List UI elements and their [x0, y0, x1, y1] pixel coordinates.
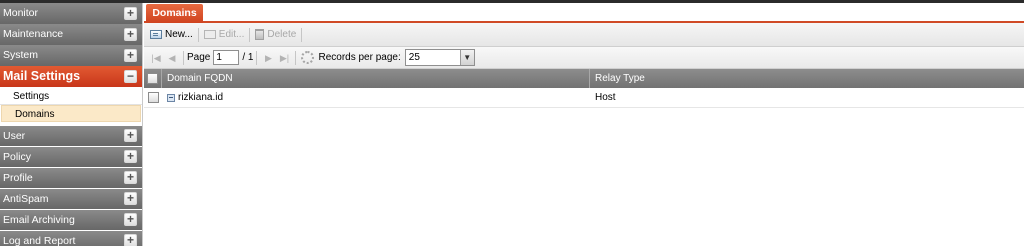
delete-button-label: Delete: [267, 29, 297, 40]
expand-icon[interactable]: +: [124, 129, 137, 142]
page-number-input[interactable]: [213, 50, 240, 65]
sidebar-item-profile[interactable]: Profile +: [0, 167, 142, 188]
toolbar: New... Edit... Delete: [144, 23, 1024, 47]
sidebar-item-label: Monitor: [3, 7, 39, 19]
page-label: Page: [187, 52, 211, 63]
relay-type-cell: Host: [595, 92, 616, 103]
sidebar-subitem-label: Settings: [13, 90, 50, 102]
edit-icon: [203, 30, 216, 39]
page-total: / 1: [242, 52, 254, 63]
sidebar-item-mail-settings[interactable]: Mail Settings −: [0, 66, 142, 87]
expand-icon[interactable]: +: [124, 234, 137, 246]
toolbar-separator: [249, 27, 251, 42]
pagination-bar: |◀ ◀ Page / 1 ▶ ▶| Records per page: 25 …: [144, 47, 1024, 69]
domain-fqdn-cell: rizkiana.id: [162, 88, 590, 107]
delete-button[interactable]: Delete: [252, 26, 299, 44]
row-check-cell: [144, 88, 162, 107]
first-page-icon[interactable]: |◀: [149, 51, 163, 65]
new-icon: [150, 30, 162, 39]
records-per-page-select[interactable]: 25 ▼: [404, 49, 475, 66]
new-button[interactable]: New...: [147, 26, 196, 44]
records-per-page-value: 25: [408, 52, 420, 63]
sidebar-item-maintenance[interactable]: Maintenance +: [0, 24, 142, 45]
sidebar-item-system[interactable]: System +: [0, 45, 142, 66]
sidebar-item-label: Log and Report: [3, 234, 76, 246]
next-page-icon[interactable]: ▶: [261, 51, 275, 65]
sidebar-item-label: User: [3, 129, 26, 142]
pager-separator: [183, 50, 184, 65]
sidebar-item-label: AntiSpam: [3, 192, 49, 205]
select-all-cell: [144, 69, 162, 88]
main-panel: Domains New... Edit... Delete |◀ ◀ Page …: [144, 3, 1024, 246]
sidebar-item-user[interactable]: User +: [0, 125, 142, 146]
chevron-down-icon[interactable]: ▼: [459, 50, 474, 65]
domain-fqdn-value: rizkiana.id: [178, 92, 224, 103]
refresh-icon[interactable]: [301, 51, 315, 64]
column-header-domain-fqdn[interactable]: Domain FQDN: [162, 69, 590, 88]
previous-page-icon[interactable]: ◀: [165, 51, 179, 65]
collapse-icon[interactable]: [167, 93, 175, 102]
sidebar-item-policy[interactable]: Policy +: [0, 146, 142, 167]
sidebar-item-monitor[interactable]: Monitor +: [0, 3, 142, 24]
sidebar-item-log-and-report[interactable]: Log and Report +: [0, 230, 142, 246]
trash-icon: [255, 29, 265, 40]
expand-icon[interactable]: +: [124, 48, 137, 62]
tab-bar: Domains: [144, 3, 1024, 23]
row-checkbox[interactable]: [147, 92, 159, 103]
expand-icon[interactable]: +: [124, 6, 137, 20]
expand-icon[interactable]: +: [124, 27, 137, 41]
toolbar-separator: [197, 27, 199, 42]
expand-icon[interactable]: +: [124, 192, 137, 205]
expand-icon[interactable]: +: [124, 150, 137, 163]
edit-button[interactable]: Edit...: [201, 26, 248, 44]
expand-icon[interactable]: +: [124, 171, 137, 184]
sidebar-item-label: System: [3, 49, 39, 61]
sidebar-item-email-archiving[interactable]: Email Archiving +: [0, 209, 142, 230]
grid-header: Domain FQDN Relay Type: [144, 69, 1024, 88]
sidebar-item-label: Email Archiving: [3, 213, 75, 226]
records-per-page-label: Records per page:: [318, 52, 401, 63]
expand-icon[interactable]: +: [124, 213, 137, 226]
sidebar-item-label: Maintenance: [3, 28, 64, 40]
column-header-relay-type[interactable]: Relay Type: [590, 69, 1024, 88]
tab-domains[interactable]: Domains: [146, 4, 203, 23]
sidebar-subitem-domains[interactable]: Domains: [1, 104, 141, 122]
pager-separator: [295, 50, 297, 65]
sidebar-subitem-settings[interactable]: Settings: [0, 87, 142, 105]
sidebar-item-label: Profile: [3, 171, 33, 184]
sidebar-item-label: Policy: [3, 150, 32, 163]
last-page-icon[interactable]: ▶|: [277, 51, 291, 65]
new-button-label: New...: [165, 29, 193, 40]
table-row[interactable]: rizkiana.id Host: [144, 88, 1024, 108]
sidebar-item-antispam[interactable]: AntiSpam +: [0, 188, 142, 209]
sidebar: Monitor + Maintenance + System + Mail Se…: [0, 3, 143, 246]
sidebar-item-label: Mail Settings: [3, 69, 81, 83]
toolbar-separator: [301, 27, 303, 42]
sidebar-subitem-label: Domains: [15, 108, 55, 120]
edit-button-label: Edit...: [218, 29, 245, 40]
select-all-checkbox[interactable]: [147, 73, 158, 84]
pager-separator: [256, 50, 258, 65]
collapse-icon[interactable]: −: [124, 70, 137, 83]
